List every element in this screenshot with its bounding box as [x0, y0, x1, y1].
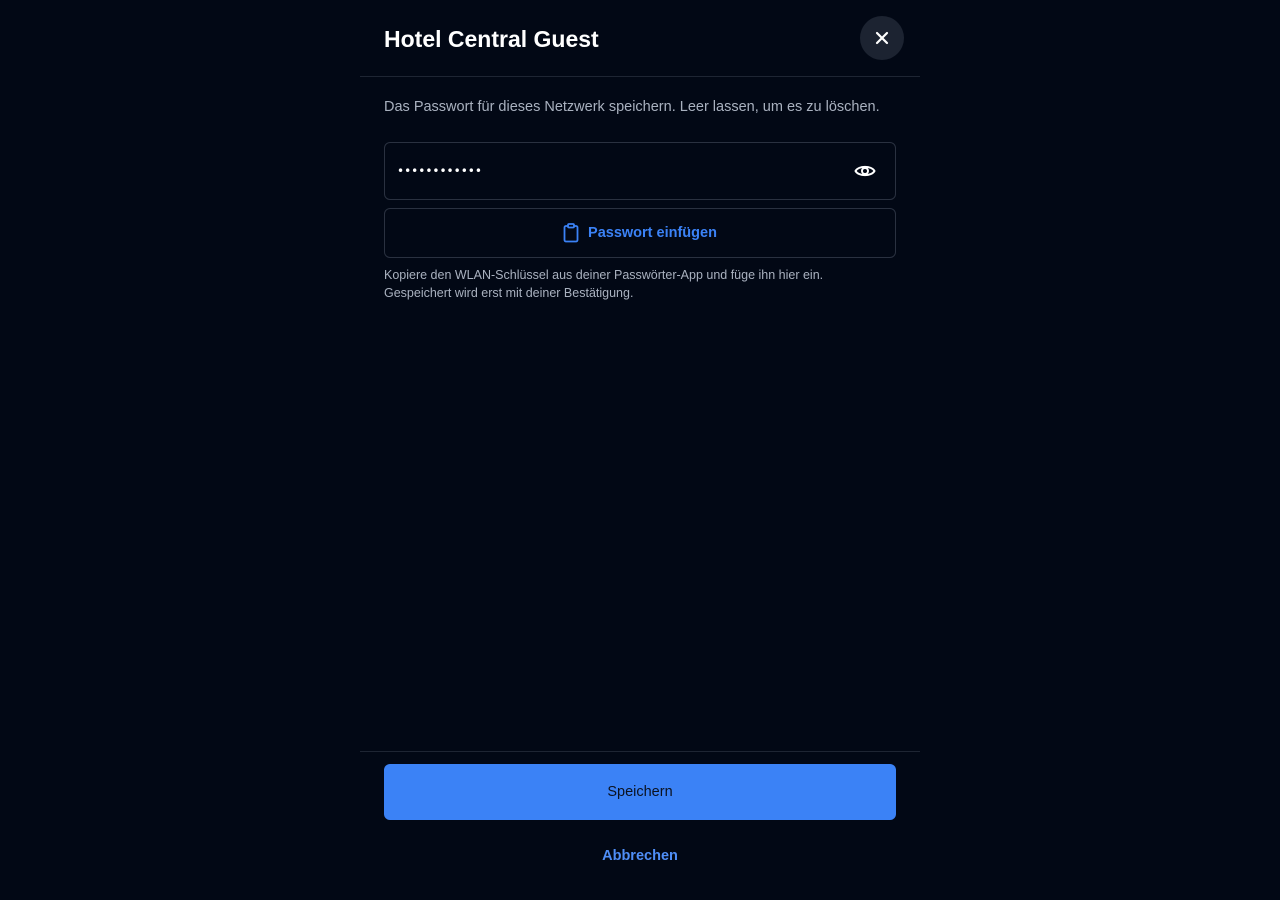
password-field[interactable] — [384, 142, 896, 200]
save-button[interactable]: Speichern — [384, 764, 896, 820]
cancel-button[interactable]: Abbrechen — [360, 846, 920, 866]
password-dialog: Hotel Central Guest Das Passwort für die… — [360, 0, 920, 900]
footer-divider — [360, 751, 920, 752]
header-divider — [360, 76, 920, 77]
eye-icon — [854, 165, 876, 177]
paste-hint-line-2: Gespeichert wird erst mit deiner Bestäti… — [384, 286, 634, 300]
close-button[interactable] — [860, 16, 904, 60]
paste-hint-line-1: Kopiere den WLAN-Schlüssel aus deiner Pa… — [384, 268, 824, 282]
close-icon — [875, 31, 889, 45]
paste-hint: Kopiere den WLAN-Schlüssel aus deiner Pa… — [384, 266, 904, 302]
dialog-description: Das Passwort für dieses Netzwerk speiche… — [384, 99, 880, 115]
paste-password-button[interactable]: Passwort einfügen — [384, 208, 896, 258]
paste-password-label: Passwort einfügen — [588, 225, 717, 241]
password-input[interactable] — [385, 143, 825, 199]
toggle-visibility-button[interactable] — [853, 159, 877, 183]
dialog-title: Hotel Central Guest — [384, 26, 599, 52]
clipboard-icon — [563, 223, 579, 243]
